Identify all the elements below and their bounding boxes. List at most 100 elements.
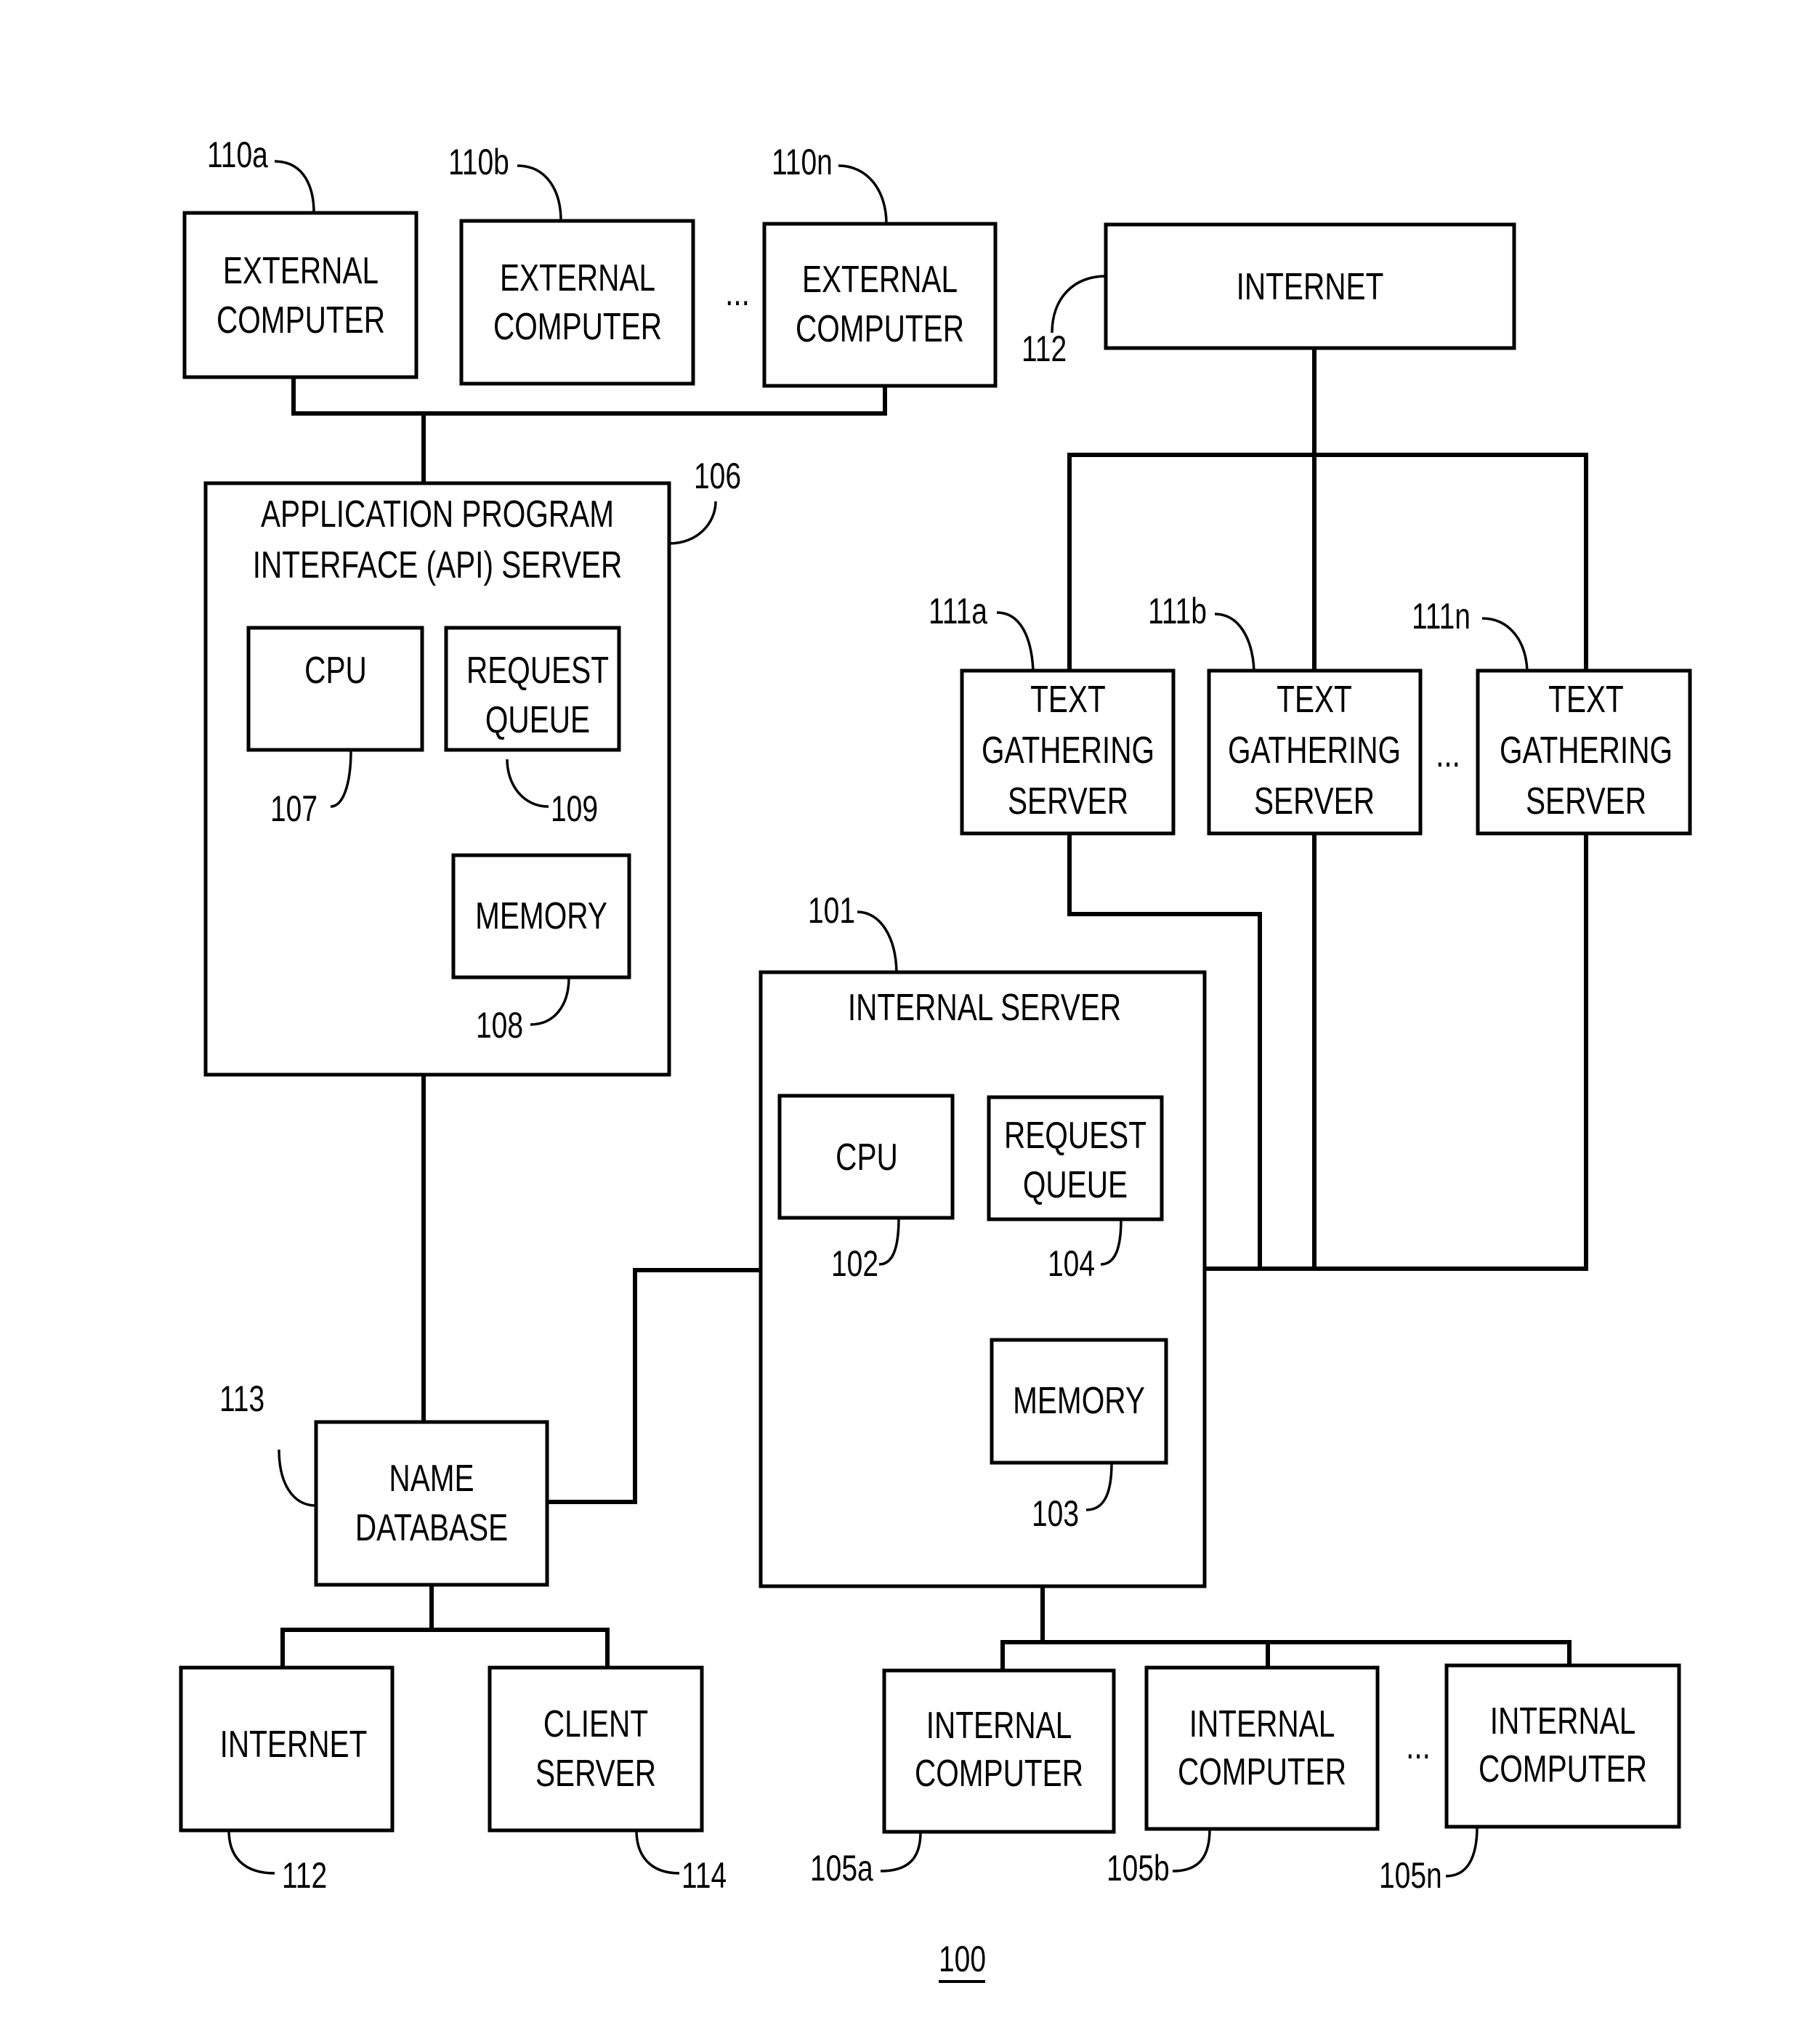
ref-label: 101 <box>808 889 855 931</box>
leader-line <box>668 501 717 545</box>
node-label: CPU <box>836 1136 898 1178</box>
node-label: GATHERING <box>1228 729 1401 771</box>
text-gathering-server-b[interactable]: TEXT GATHERING SERVER <box>1207 668 1423 836</box>
ellipsis-tgs: ... <box>1436 732 1460 775</box>
node-label: TEXT <box>1030 678 1106 720</box>
node-label: GATHERING <box>982 729 1154 771</box>
wire-internet-bus <box>1067 453 1588 673</box>
ref-label: 112 <box>1022 328 1067 369</box>
ref-label: 103 <box>1032 1492 1079 1534</box>
node-label: TEXT <box>1277 678 1352 720</box>
node-label: EXTERNAL <box>802 258 958 300</box>
ref-label: 111n <box>1412 595 1471 637</box>
name-database[interactable]: NAME DATABASE <box>314 1420 549 1587</box>
node-label: COMPUTER <box>217 299 385 341</box>
node-label: INTERNET <box>220 1723 368 1765</box>
internal-computer-n[interactable]: INTERNAL COMPUTER <box>1444 1663 1681 1829</box>
figure-number: 100 <box>939 1938 986 1979</box>
text-gathering-server-a[interactable]: TEXT GATHERING SERVER <box>960 668 1176 836</box>
api-cpu[interactable]: CPU <box>246 626 424 752</box>
internal-request-queue[interactable]: REQUEST QUEUE <box>987 1095 1164 1221</box>
node-label: INTERFACE (API) SERVER <box>253 544 623 586</box>
ref-label: 110n <box>772 141 833 182</box>
ref-label: 104 <box>1048 1243 1095 1284</box>
ref-label: 106 <box>694 455 741 496</box>
internal-cpu[interactable]: CPU <box>777 1094 955 1220</box>
wire-namedb-bus <box>280 1628 610 1670</box>
ref-label: 111b <box>1148 590 1207 631</box>
internal-memory[interactable]: MEMORY <box>990 1338 1168 1465</box>
external-computer-b[interactable]: EXTERNAL COMPUTER <box>459 219 695 386</box>
ref-label: 105n <box>1379 1854 1442 1896</box>
internal-computer-a[interactable]: INTERNAL COMPUTER <box>882 1668 1116 1834</box>
leader-line <box>1481 617 1529 671</box>
leader-line <box>1214 613 1255 671</box>
internal-computer-b[interactable]: INTERNAL COMPUTER <box>1144 1665 1380 1831</box>
leader-line <box>857 910 898 973</box>
leader-line <box>1051 275 1107 334</box>
external-computer-a[interactable]: EXTERNAL COMPUTER <box>182 211 418 379</box>
system-diagram: EXTERNAL COMPUTER EXTERNAL COMPUTER ... … <box>179 134 1692 1983</box>
node-label: COMPUTER <box>1479 1748 1647 1790</box>
api-request-queue[interactable]: REQUEST QUEUE <box>444 626 621 752</box>
ref-label: 105a <box>810 1847 873 1889</box>
node-label: REQUEST <box>1004 1114 1146 1156</box>
node-label: EXTERNAL <box>500 256 655 299</box>
leader-line <box>278 1449 317 1507</box>
leader-line <box>1172 1828 1211 1873</box>
node-label: INTERNAL <box>1189 1702 1335 1745</box>
ref-label: 109 <box>551 788 598 829</box>
internet-bottom[interactable]: INTERNET <box>179 1665 395 1833</box>
api-server[interactable]: APPLICATION PROGRAM INTERFACE (API) SERV… <box>203 481 671 1077</box>
ref-label: 114 <box>682 1854 727 1896</box>
node-label: QUEUE <box>1023 1163 1128 1205</box>
ref-label: 111a <box>929 590 987 631</box>
leader-line <box>880 1831 922 1873</box>
client-server[interactable]: CLIENT SERVER <box>488 1665 704 1833</box>
leader-line <box>274 160 315 214</box>
node-label: DATABASE <box>355 1506 508 1548</box>
ref-label: 112 <box>282 1854 327 1896</box>
node-label: APPLICATION PROGRAM <box>261 493 614 535</box>
text-gathering-server-n[interactable]: TEXT GATHERING SERVER <box>1476 668 1692 836</box>
node-label: MEMORY <box>475 894 607 937</box>
ellipsis-internal: ... <box>1406 1724 1431 1766</box>
ellipsis-external: ... <box>725 271 750 313</box>
node-label: MEMORY <box>1013 1379 1145 1421</box>
ref-label: 102 <box>831 1243 878 1284</box>
leader-line <box>838 164 888 225</box>
ref-label: 110a <box>207 134 268 175</box>
node-label: TEXT <box>1548 678 1624 720</box>
api-memory[interactable]: MEMORY <box>451 853 631 979</box>
node-label: SERVER <box>1008 780 1128 822</box>
node-label: COMPUTER <box>493 305 662 347</box>
node-label: NAME <box>389 1457 474 1499</box>
node-label: CLIENT <box>543 1702 648 1745</box>
internet-top[interactable]: INTERNET <box>1104 222 1516 350</box>
node-label: COMPUTER <box>796 307 964 350</box>
node-label: SERVER <box>1254 780 1375 822</box>
leader-line <box>227 1830 275 1875</box>
node-label: EXTERNAL <box>223 249 379 291</box>
ref-label: 105b <box>1107 1847 1170 1889</box>
wire-namedb-to-internal <box>545 1268 763 1504</box>
external-computer-n[interactable]: EXTERNAL COMPUTER <box>762 222 998 388</box>
leader-line <box>635 1830 680 1875</box>
node-label: GATHERING <box>1500 729 1673 771</box>
ref-label: 107 <box>270 788 318 829</box>
node-label: SERVER <box>1526 780 1646 822</box>
node-label: QUEUE <box>485 698 590 740</box>
ref-label: 113 <box>219 1378 264 1419</box>
node-label: INTERNAL <box>926 1704 1072 1746</box>
ref-label: 110b <box>448 141 509 182</box>
node-label: CPU <box>304 649 367 691</box>
node-label: INTERNAL SERVER <box>848 986 1121 1028</box>
leader-line <box>996 611 1035 671</box>
node-label: INTERNET <box>1237 265 1384 307</box>
leader-line <box>1445 1826 1479 1878</box>
ref-label: 108 <box>476 1004 523 1046</box>
node-label: COMPUTER <box>915 1752 1083 1794</box>
internal-server[interactable]: INTERNAL SERVER <box>759 970 1207 1588</box>
node-label: REQUEST <box>466 649 609 691</box>
node-label: SERVER <box>535 1752 656 1794</box>
